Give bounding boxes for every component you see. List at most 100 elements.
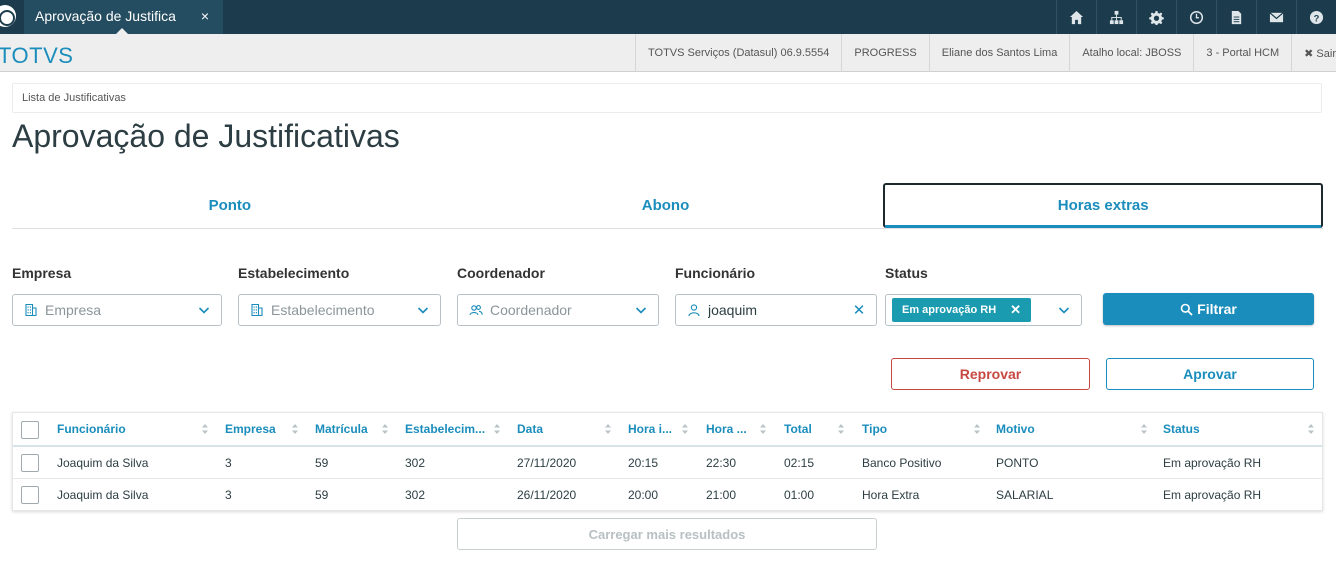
user-icon <box>687 303 701 317</box>
coordenador-select[interactable]: Coordenador <box>457 294 659 326</box>
estabelecimento-placeholder: Estabelecimento <box>271 302 375 318</box>
status-label: Status <box>885 265 928 281</box>
chevron-down-icon[interactable] <box>197 303 211 317</box>
cell-funcionario: Joaquim da Silva <box>57 455 149 470</box>
tab-horas-extras[interactable]: Horas extras <box>883 183 1324 228</box>
chevron-down-icon[interactable] <box>416 303 430 317</box>
home-icon[interactable] <box>1056 0 1096 34</box>
load-more-button[interactable]: Carregar mais resultados <box>457 518 877 550</box>
estabelecimento-select[interactable]: Estabelecimento <box>238 294 441 326</box>
header-portal[interactable]: 3 - Portal HCM <box>1193 34 1291 72</box>
row-checkbox[interactable] <box>21 486 39 504</box>
coordenador-label: Coordenador <box>457 265 545 281</box>
chip-remove-icon[interactable]: ✕ <box>1010 302 1021 318</box>
sort-icon[interactable] <box>759 422 767 436</box>
help-icon[interactable]: ? <box>1296 0 1336 34</box>
status-select[interactable]: Em aprovação RH ✕ <box>885 294 1082 326</box>
tab-abono[interactable]: Abono <box>448 183 884 228</box>
users-icon <box>469 303 483 317</box>
row-checkbox[interactable] <box>21 454 39 472</box>
clear-icon[interactable]: ✕ <box>852 301 866 319</box>
cell-tipo: Hora Extra <box>862 488 920 502</box>
tab-ponto[interactable]: Ponto <box>12 183 448 228</box>
justifications-table: Funcionário Empresa Matrícula Estabeleci… <box>12 412 1323 511</box>
col-hora-inicio[interactable]: Hora i... <box>628 413 676 445</box>
sort-icon[interactable] <box>381 422 389 436</box>
cell-estabelecimento: 302 <box>405 455 426 470</box>
table-header: Funcionário Empresa Matrícula Estabeleci… <box>13 413 1322 447</box>
col-hora-fim[interactable]: Hora ... <box>706 413 752 445</box>
col-data[interactable]: Data <box>517 413 597 445</box>
sort-icon[interactable] <box>1307 422 1315 436</box>
header-info: TOTVS Serviços (Datasul) 06.9.5554 PROGR… <box>635 34 1336 72</box>
sort-icon[interactable] <box>291 422 299 436</box>
cell-total: 02:15 <box>784 455 815 470</box>
brand-logo[interactable]: TOTVS <box>0 43 73 69</box>
filter-button[interactable]: Filtrar <box>1103 293 1314 325</box>
cell-total: 01:00 <box>784 488 815 502</box>
col-estabelecimento[interactable]: Estabelecim... <box>405 413 489 445</box>
sort-icon[interactable] <box>1140 422 1148 436</box>
col-total[interactable]: Total <box>784 413 834 445</box>
empresa-select[interactable]: Empresa <box>12 294 222 326</box>
status-chip[interactable]: Em aprovação RH ✕ <box>892 298 1032 322</box>
cell-data: 27/11/2020 <box>517 455 577 470</box>
col-empresa[interactable]: Empresa <box>225 413 289 445</box>
col-funcionario[interactable]: Funcionário <box>57 413 197 445</box>
cell-matricula: 59 <box>315 488 329 502</box>
chevron-down-icon[interactable] <box>1057 303 1071 317</box>
tab-close-icon[interactable]: × <box>198 8 212 24</box>
col-status[interactable]: Status <box>1163 413 1283 445</box>
sitemap-icon[interactable] <box>1096 0 1136 34</box>
tab-bar: Ponto Abono Horas extras <box>12 183 1324 229</box>
gear-icon[interactable] <box>1136 0 1176 34</box>
status-chip-label: Em aprovação RH <box>902 304 997 316</box>
header-database: PROGRESS <box>841 34 928 72</box>
sort-icon[interactable] <box>973 422 981 436</box>
page-title: Aprovação de Justificativas <box>12 118 400 154</box>
document-icon[interactable] <box>1216 0 1256 34</box>
funcionario-input[interactable]: joaquim ✕ <box>675 294 877 326</box>
cell-hora-fim: 22:30 <box>706 455 737 470</box>
sort-icon[interactable] <box>837 422 845 436</box>
funcionario-value[interactable]: joaquim <box>708 302 852 318</box>
header-local-shortcut: Atalho local: JBOSS <box>1069 34 1193 72</box>
filter-button-label: Filtrar <box>1197 301 1237 317</box>
empresa-placeholder: Empresa <box>45 302 102 318</box>
cell-matricula: 59 <box>315 455 329 470</box>
approve-button[interactable]: Aprovar <box>1106 358 1314 390</box>
building-icon <box>24 303 38 317</box>
header-user-name[interactable]: Eliane dos Santos Lima <box>928 34 1070 72</box>
col-motivo[interactable]: Motivo <box>996 413 1116 445</box>
svg-text:?: ? <box>1314 13 1320 23</box>
top-icon-bar: ? <box>1056 0 1336 34</box>
select-all-checkbox[interactable] <box>21 421 39 439</box>
chevron-down-icon[interactable] <box>634 303 648 317</box>
top-bar: Aprovação de Justifica × ? <box>0 0 1336 34</box>
header-system-version: TOTVS Serviços (Datasul) 06.9.5554 <box>635 34 841 72</box>
reject-button[interactable]: Reprovar <box>891 358 1090 390</box>
search-icon <box>1180 303 1193 316</box>
totvs-logo-icon[interactable] <box>0 5 16 27</box>
empresa-label: Empresa <box>12 265 72 281</box>
breadcrumb[interactable]: Lista de Justificativas <box>12 83 1322 113</box>
mail-icon[interactable] <box>1256 0 1296 34</box>
sort-icon[interactable] <box>201 422 209 436</box>
logout-button[interactable]: ✖ Sair <box>1291 34 1336 72</box>
tab-title: Aprovação de Justifica <box>35 8 176 24</box>
sort-icon[interactable] <box>681 422 689 436</box>
table-row[interactable]: Joaquim da Silva 3 59 302 27/11/2020 20:… <box>13 447 1322 479</box>
cell-estabelecimento: 302 <box>405 488 426 502</box>
sort-icon[interactable] <box>604 422 612 436</box>
col-tipo[interactable]: Tipo <box>862 413 962 445</box>
cell-motivo: SALARIAL <box>996 488 1054 502</box>
sort-icon[interactable] <box>493 422 501 436</box>
clock-icon[interactable] <box>1176 0 1216 34</box>
table-row[interactable]: Joaquim da Silva 3 59 302 26/11/2020 20:… <box>13 479 1322 511</box>
cell-hora-fim: 21:00 <box>706 488 737 502</box>
coordenador-placeholder: Coordenador <box>490 302 572 318</box>
funcionario-label: Funcionário <box>675 265 756 281</box>
cell-hora-inicio: 20:00 <box>628 488 659 502</box>
estabelecimento-label: Estabelecimento <box>238 265 350 281</box>
col-matricula[interactable]: Matrícula <box>315 413 379 445</box>
